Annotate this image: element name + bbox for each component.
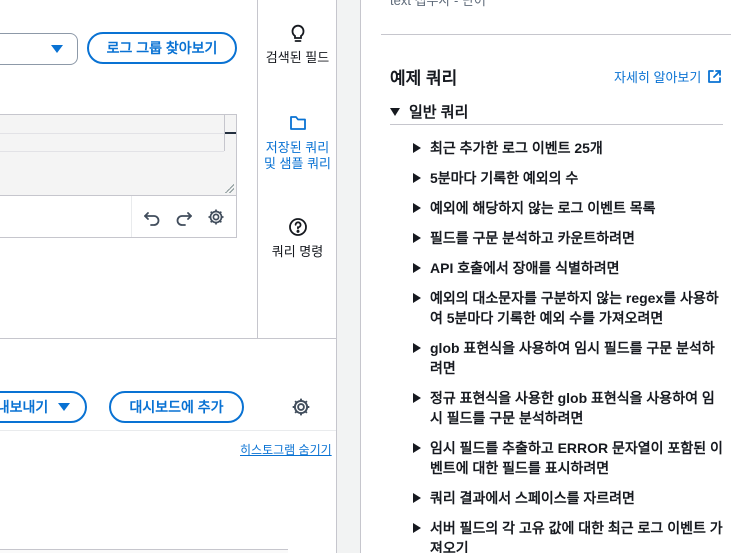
query-label: 필드를 구문 분석하고 카운트하려면	[430, 230, 635, 246]
settings-icon[interactable]	[291, 397, 311, 417]
add-to-dashboard-button[interactable]: 대시보드에 추가	[109, 391, 244, 423]
results-header	[0, 549, 288, 553]
caret-right-icon	[413, 443, 421, 453]
caret-right-icon	[413, 263, 421, 273]
example-query-item[interactable]: 정규 표현식을 사용한 glob 표현식을 사용하여 임시 필드를 구문 분석하…	[413, 388, 723, 428]
caret-right-icon	[413, 523, 421, 533]
find-log-groups-button[interactable]: 로그 그룹 찾아보기	[87, 32, 237, 64]
learn-more-link[interactable]: 자세히 알아보기	[614, 67, 722, 86]
resize-handle[interactable]	[224, 183, 234, 193]
example-query-item[interactable]: 예외의 대소문자를 구분하지 않는 regex를 사용하여 5분마다 기록한 예…	[413, 288, 723, 328]
example-query-item[interactable]: 예외에 해당하지 않는 로그 이벤트 목록	[413, 198, 723, 218]
redo-icon[interactable]	[174, 207, 194, 227]
discovered-fields-label: 검색된 필드	[265, 50, 330, 65]
example-query-item[interactable]: API 호출에서 장애를 식별하려면	[413, 258, 723, 278]
example-query-item[interactable]: 서버 필드의 각 고유 값에 대한 최근 로그 이벤트 가져오기	[413, 518, 723, 553]
query-label: 5분마다 기록한 예외의 수	[430, 170, 579, 186]
caret-right-icon	[413, 393, 421, 403]
discovered-fields-tab[interactable]: 검색된 필드	[258, 22, 337, 66]
help-icon	[287, 216, 309, 238]
help-text-fragment: text 접두사 - 단어	[390, 0, 486, 8]
divider	[381, 34, 731, 35]
export-button[interactable]: 내보내기	[0, 391, 87, 423]
query-label: API 호출에서 장애를 식별하려면	[430, 260, 620, 276]
query-editor[interactable]	[0, 114, 237, 196]
example-query-item[interactable]: 필드를 구문 분석하고 카운트하려면	[413, 228, 723, 248]
query-label: 정규 표현식을 사용한 glob 표현식을 사용하여 임시 필드를 구문 분석하…	[430, 390, 715, 426]
divider	[390, 124, 723, 125]
hide-histogram-link[interactable]: 히스토그램 숨기기	[240, 441, 332, 458]
panel-divider[interactable]	[336, 0, 361, 553]
query-tool-rail: 검색된 필드 저장된 쿼리 및 샘플 쿼리 쿼리 명령	[257, 0, 336, 338]
divider	[0, 430, 336, 431]
editor-scrollbar[interactable]	[224, 115, 236, 151]
folder-icon	[287, 112, 309, 134]
saved-queries-tab[interactable]: 저장된 쿼리 및 샘플 쿼리	[258, 112, 337, 172]
caret-right-icon	[413, 343, 421, 353]
example-query-item[interactable]: 쿼리 결과에서 스페이스를 자르려면	[413, 488, 723, 508]
external-link-icon	[708, 70, 722, 83]
undo-icon[interactable]	[142, 207, 162, 227]
caret-down-icon	[390, 107, 400, 116]
query-label: 최근 추가한 로그 이벤트 25개	[430, 140, 603, 156]
query-label: 서버 필드의 각 고유 값에 대한 최근 로그 이벤트 가져오기	[430, 520, 723, 553]
query-label: 임시 필드를 추출하고 ERROR 문자열이 포함된 이벤트에 대한 필드를 표…	[430, 440, 723, 476]
section-title: 예제 쿼리	[390, 69, 458, 88]
lightbulb-icon	[287, 22, 309, 44]
caret-right-icon	[413, 293, 421, 303]
divider	[0, 338, 336, 339]
caret-right-icon	[413, 203, 421, 213]
example-query-item[interactable]: 임시 필드를 추출하고 ERROR 문자열이 포함된 이벤트에 대한 필드를 표…	[413, 438, 723, 478]
group-label: 일반 쿼리	[409, 104, 469, 121]
query-commands-tab[interactable]: 쿼리 명령	[258, 216, 337, 260]
example-query-item[interactable]: 5분마다 기록한 예외의 수	[413, 168, 723, 188]
editor-toolbar	[0, 196, 237, 238]
export-label: 내보내기	[0, 399, 49, 415]
help-panel: text 접두사 - 단어 예제 쿼리 자세히 알아보기 일반 쿼리 최근 추가…	[362, 0, 741, 553]
query-editor-area: 로그 그룹 찾아보기 검색된 필드 저장된 쿼리 및 샘플 쿼리 쿼리 명령 내…	[0, 0, 336, 553]
example-query-item[interactable]: 최근 추가한 로그 이벤트 25개	[413, 138, 723, 158]
caret-right-icon	[413, 493, 421, 503]
example-query-item[interactable]: glob 표현식을 사용하여 임시 필드를 구문 분석하려면	[413, 338, 723, 378]
query-label: 예외에 해당하지 않는 로그 이벤트 목록	[430, 200, 656, 216]
chevron-down-icon	[51, 45, 63, 53]
query-commands-label: 쿼리 명령	[271, 244, 324, 259]
caret-right-icon	[413, 233, 421, 243]
learn-more-label: 자세히 알아보기	[614, 70, 702, 85]
general-queries-toggle[interactable]: 일반 쿼리	[390, 101, 468, 122]
log-group-select[interactable]	[0, 33, 78, 65]
caret-right-icon	[413, 173, 421, 183]
query-label: 예외의 대소문자를 구분하지 않는 regex를 사용하여 5분마다 기록한 예…	[430, 290, 719, 326]
query-label: 쿼리 결과에서 스페이스를 자르려면	[430, 490, 635, 506]
settings-icon[interactable]	[206, 207, 226, 227]
saved-queries-label: 저장된 쿼리 및 샘플 쿼리	[263, 140, 332, 171]
query-label: glob 표현식을 사용하여 임시 필드를 구문 분석하려면	[430, 340, 715, 376]
caret-down-icon	[58, 403, 71, 411]
caret-right-icon	[413, 143, 421, 153]
